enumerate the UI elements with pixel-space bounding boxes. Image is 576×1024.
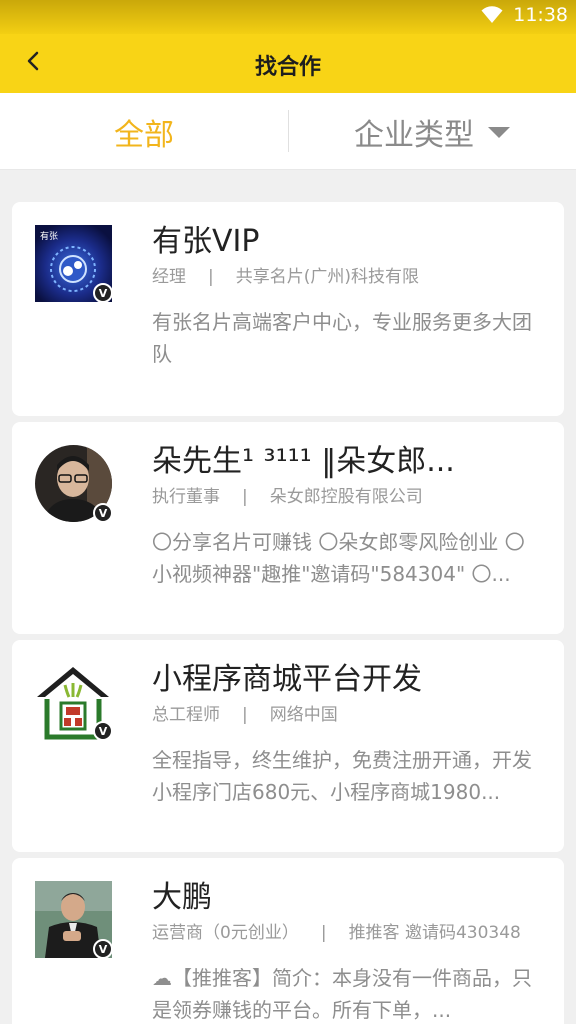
contact-meta: 运营商（0元创业） | 推推客 邀请码430348 bbox=[152, 918, 521, 943]
tab-all-label: 全部 bbox=[114, 117, 174, 153]
vip-badge-icon: V bbox=[93, 721, 113, 741]
vip-badge-icon: V bbox=[93, 503, 113, 523]
avatar-container: V bbox=[35, 881, 113, 959]
contact-card[interactable]: 有张 V 有张VIP 经理 | 共享名片(广州)科技有限 有张名片高端客户中心，专业… bbox=[12, 202, 564, 416]
contact-company: 网络中国 bbox=[269, 705, 338, 725]
contact-company: 共享名片(广州)科技有限 bbox=[235, 267, 419, 287]
contact-position: 总工程师 bbox=[152, 705, 220, 725]
contact-description: 全程指导，终生维护，免费注册开通，开发小程序门店680元、小程序商城1980..… bbox=[152, 748, 532, 804]
contact-name: 小程序商城平台开发 bbox=[152, 662, 422, 697]
avatar-container: V bbox=[35, 663, 113, 741]
status-time: 11:38 bbox=[513, 4, 568, 26]
contact-company: 推推客 邀请码430348 bbox=[348, 923, 521, 943]
contact-card[interactable]: V 朵先生¹ ³¹¹¹ ‖朵女郎... 执行董事 | 朵女郎控股有限公司 〇分享名片… bbox=[12, 422, 564, 634]
avatar-container: 有张 V bbox=[35, 225, 113, 303]
contact-company: 朵女郎控股有限公司 bbox=[269, 487, 423, 507]
filter-tabs: 全部 企业类型 bbox=[0, 93, 576, 170]
separator: | bbox=[242, 487, 248, 507]
caret-down-icon bbox=[488, 127, 510, 138]
page-title: 找合作 bbox=[254, 55, 321, 80]
contact-card[interactable]: V 小程序商城平台开发 总工程师 | 网络中国 全程指导，终生维护，免费注册开通，开… bbox=[12, 640, 564, 852]
contact-description: ☁【推推客】简介：本身没有一件商品，只是领券赚钱的平台。所有下单，... bbox=[152, 966, 532, 1022]
contact-name: 朵先生¹ ³¹¹¹ ‖朵女郎... bbox=[152, 444, 455, 479]
separator: | bbox=[320, 923, 327, 943]
separator: | bbox=[242, 705, 248, 725]
contact-description: 〇分享名片可赚钱 〇朵女郎零风险创业 〇小视频神器"趣推"邀请码"584304"… bbox=[152, 530, 525, 586]
avatar-container: V bbox=[35, 445, 113, 523]
contact-description: 有张名片高端客户中心，专业服务更多大团队 bbox=[152, 310, 532, 366]
vip-badge-icon: V bbox=[93, 283, 113, 303]
contact-card[interactable]: V 大鹏 运营商（0元创业） | 推推客 邀请码430348 ☁【推推客】简介：本身… bbox=[12, 858, 564, 1024]
tab-company-type[interactable]: 企业类型 bbox=[288, 93, 576, 170]
contact-name: 大鹏 bbox=[152, 880, 212, 915]
contact-meta: 经理 | 共享名片(广州)科技有限 bbox=[152, 262, 419, 287]
contact-position: 经理 bbox=[152, 267, 186, 287]
wifi-icon bbox=[481, 6, 503, 23]
tab-all[interactable]: 全部 bbox=[0, 93, 288, 170]
separator: | bbox=[208, 267, 214, 287]
status-bar: 11:38 bbox=[0, 0, 576, 34]
app-header: 找合作 bbox=[0, 34, 576, 93]
tab-company-type-label: 企业类型 bbox=[354, 117, 474, 153]
contact-position: 执行董事 bbox=[152, 487, 220, 507]
contact-position: 运营商（0元创业） bbox=[152, 923, 299, 943]
contact-meta: 执行董事 | 朵女郎控股有限公司 bbox=[152, 482, 423, 507]
contact-meta: 总工程师 | 网络中国 bbox=[152, 700, 338, 725]
avatar-logo-text: 有张 bbox=[40, 230, 58, 242]
vip-badge-icon: V bbox=[93, 939, 113, 959]
contact-name: 有张VIP bbox=[152, 224, 260, 259]
